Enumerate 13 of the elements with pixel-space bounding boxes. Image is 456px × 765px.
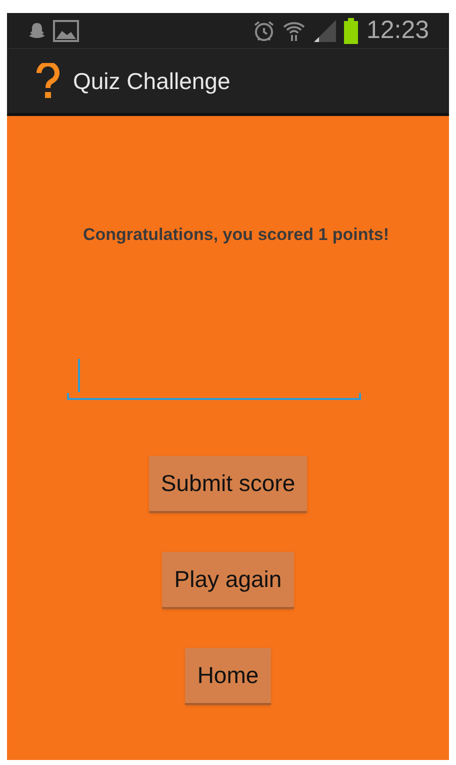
signal-icon [312, 18, 338, 42]
action-button[interactable]: Play again [162, 552, 294, 608]
app-title: Quiz Challenge [73, 66, 230, 96]
name-input-field[interactable] [67, 360, 361, 400]
score-message: Congratulations, you scored 1 points! [82, 224, 390, 246]
ghost-icon [27, 20, 47, 40]
action-button[interactable]: Home [185, 648, 271, 704]
battery-icon [344, 18, 358, 44]
question-mark-icon [35, 63, 61, 99]
action-button[interactable]: Submit score [148, 456, 308, 512]
clock-time: 12:23 [366, 18, 429, 43]
alarm-clock-icon [252, 18, 276, 42]
image-icon [53, 20, 79, 42]
